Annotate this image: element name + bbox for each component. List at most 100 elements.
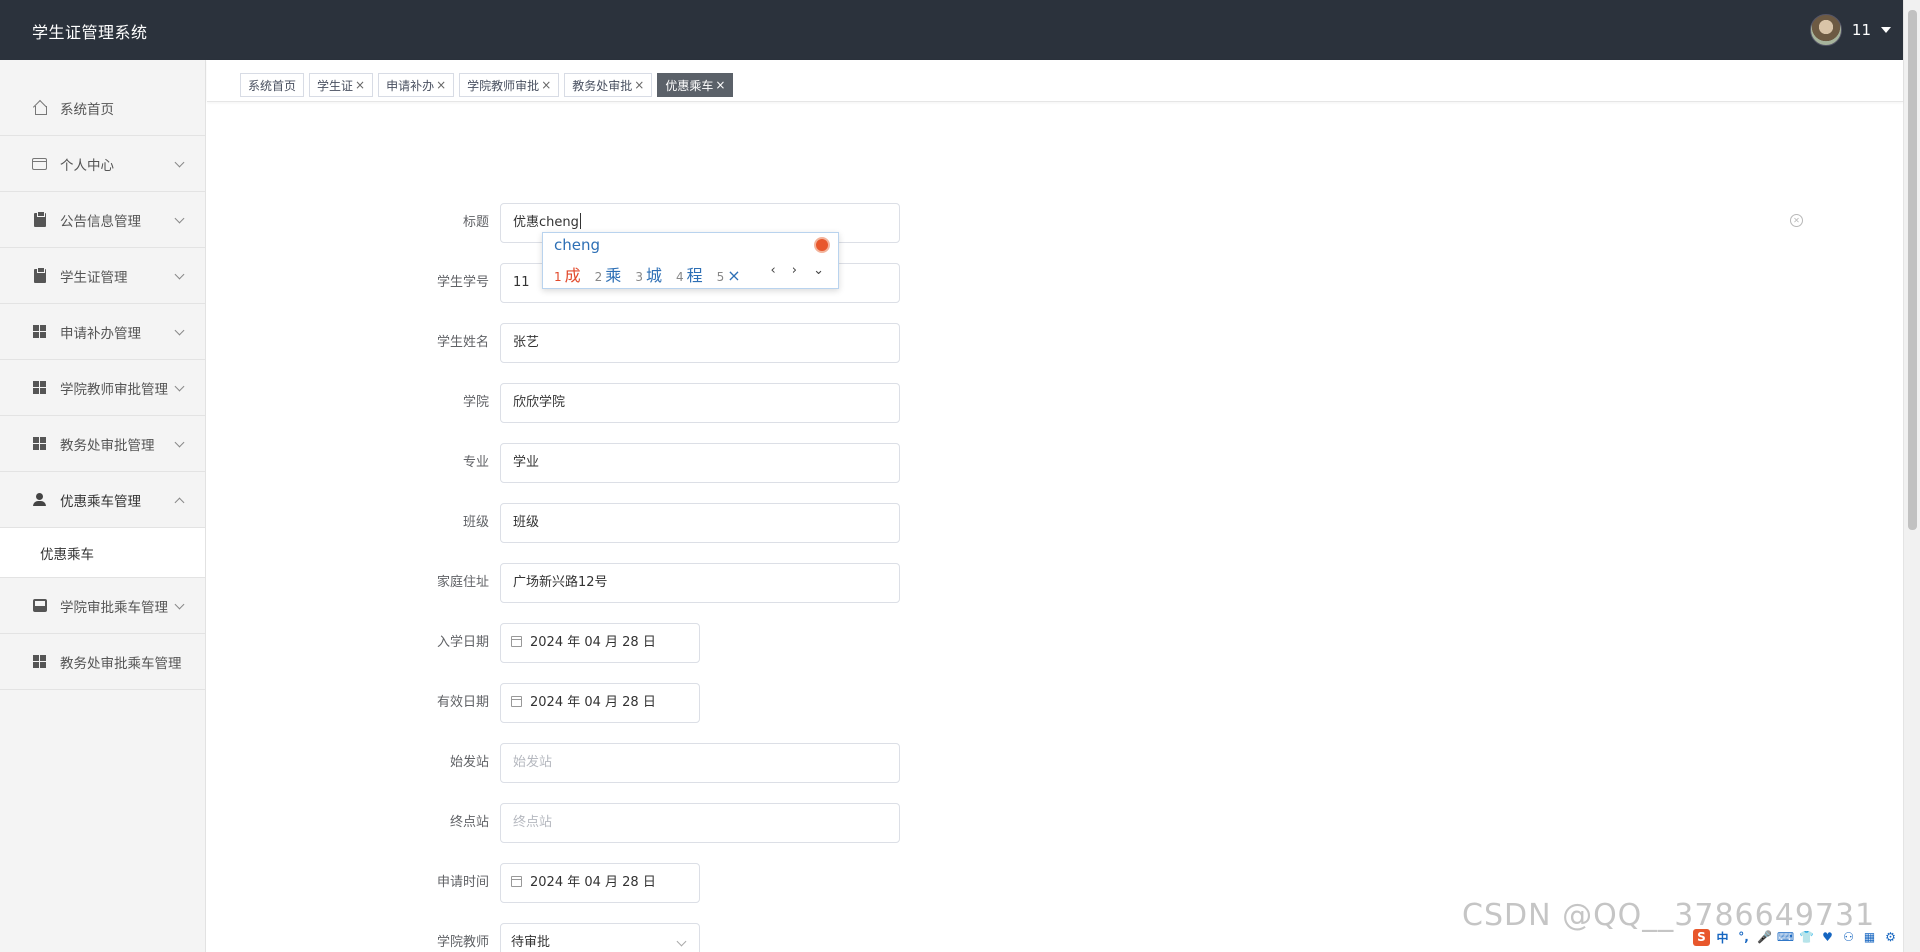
sidebar-item-label: 公告信息管理: [60, 213, 141, 230]
student-name-label: 学生姓名: [436, 335, 489, 350]
sidebar-item-label: 教务处审批乘车管理: [60, 655, 182, 672]
address-label: 家庭住址: [436, 575, 489, 590]
teacher-select[interactable]: 待审批: [500, 923, 700, 952]
chevron-up-icon: [174, 497, 185, 508]
apply-time-picker[interactable]: 2024 年 04 月 28 日: [500, 863, 700, 903]
chevron-down-icon: [174, 157, 185, 168]
discount-ride-form: 标题 优惠cheng 学生学号 11 学生姓名 张艺 学院 欣欣学院 专业 学业…: [207, 102, 1903, 952]
card-icon: [32, 156, 47, 171]
college-input[interactable]: 欣欣学院: [500, 383, 900, 423]
class-input[interactable]: 班级: [500, 503, 900, 543]
tab-academic-approval[interactable]: 教务处审批 ×: [564, 73, 653, 97]
sidebar-item-announcements[interactable]: 公告信息管理: [0, 192, 205, 248]
form-row-end-station: 终点站 终点站: [207, 803, 1207, 843]
ime-candidate[interactable]: 1成: [554, 262, 581, 286]
user-icon: [32, 492, 47, 507]
sidebar-item-label: 学院审批乘车管理: [60, 599, 168, 616]
close-icon[interactable]: ×: [715, 78, 725, 92]
chevron-down-icon: [174, 381, 185, 392]
apply-time-label: 申请时间: [436, 875, 489, 890]
tab-discount-ride[interactable]: 优惠乘车 ×: [657, 73, 734, 97]
toolbox-icon[interactable]: ▦: [1861, 929, 1878, 946]
ime-candidate[interactable]: 5 ×: [717, 266, 741, 285]
start-station-placeholder: 始发站: [513, 755, 553, 770]
sidebar-item-label: 优惠乘车管理: [60, 493, 141, 510]
close-circle-icon[interactable]: ✕: [1790, 214, 1803, 227]
tab-student-card[interactable]: 学生证 ×: [309, 73, 374, 97]
clipboard-icon: [32, 210, 47, 227]
user-menu[interactable]: 11: [1809, 14, 1891, 46]
settings-icon[interactable]: ⚙: [1882, 929, 1899, 946]
valid-date-picker[interactable]: 2024 年 04 月 28 日: [500, 683, 700, 723]
end-station-input[interactable]: 终点站: [500, 803, 900, 843]
sidebar-item-student-card[interactable]: 学生证管理: [0, 248, 205, 304]
sidebar-item-reissue[interactable]: 申请补办管理: [0, 304, 205, 360]
ime-page-nav[interactable]: ‹ › ⌄: [770, 263, 830, 278]
valid-date-value: 2024 年 04 月 28 日: [530, 695, 656, 710]
sogou-logo-icon[interactable]: S: [1693, 928, 1710, 946]
form-row-address: 家庭住址 广场新兴路12号: [207, 563, 1207, 603]
tab-reissue[interactable]: 申请补办 ×: [378, 73, 455, 97]
form-row-start-station: 始发站 始发站: [207, 743, 1207, 783]
chevron-down-icon: [676, 936, 687, 947]
close-icon[interactable]: ×: [541, 78, 551, 92]
chevron-down-icon: [174, 213, 185, 224]
caret-down-icon[interactable]: [1881, 27, 1891, 33]
tab-teacher-approval[interactable]: 学院教师审批 ×: [459, 73, 560, 97]
tab-label: 申请补办: [386, 78, 435, 93]
ime-candidate[interactable]: 2乘: [595, 262, 622, 286]
ime-candidate[interactable]: 4程: [676, 262, 703, 286]
ime-candidate[interactable]: 3城: [635, 262, 662, 286]
form-row-college: 学院 欣欣学院: [207, 383, 1207, 423]
punctuation-icon[interactable]: °,: [1735, 929, 1752, 946]
sidebar-item-discount-ride[interactable]: 优惠乘车管理: [0, 472, 205, 528]
chinese-mode-icon[interactable]: 中: [1714, 929, 1731, 946]
tab-label: 优惠乘车: [665, 78, 714, 93]
tab-label: 学院教师审批: [467, 78, 540, 93]
ime-toolbar: S 中 °, 🎤 ⌨ 👕 ♥ ⚇ ▦ ⚙: [1693, 926, 1899, 948]
text-cursor: [579, 213, 581, 229]
tab-label: 教务处审批: [572, 78, 633, 93]
ime-logo-icon: [814, 237, 830, 253]
skin-icon[interactable]: 👕: [1798, 929, 1815, 946]
sidebar-item-academic-ride-approval[interactable]: 教务处审批乘车管理: [0, 634, 205, 690]
student-no-label: 学生学号: [436, 275, 489, 290]
chevron-down-icon: [174, 599, 185, 610]
user-name[interactable]: 11: [1852, 21, 1871, 39]
ime-candidate-window: cheng 1成 2乘 3城 4程 5 × ‹ › ⌄: [542, 232, 839, 289]
calendar-icon: [511, 876, 522, 887]
microphone-icon[interactable]: 🎤: [1756, 929, 1773, 946]
enroll-date-picker[interactable]: 2024 年 04 月 28 日: [500, 623, 700, 663]
address-input[interactable]: 广场新兴路12号: [500, 563, 900, 603]
close-icon[interactable]: ×: [355, 78, 365, 92]
sidebar-item-label: 学生证管理: [60, 269, 128, 286]
emoji-icon[interactable]: ⚇: [1840, 929, 1857, 946]
favorite-icon[interactable]: ♥: [1819, 929, 1836, 946]
tab-label: 学生证: [317, 78, 354, 93]
sidebar-item-teacher-approval[interactable]: 学院教师审批管理: [0, 360, 205, 416]
sidebar-item-personal-center[interactable]: 个人中心: [0, 136, 205, 192]
sidebar-item-college-ride-approval[interactable]: 学院审批乘车管理: [0, 578, 205, 634]
submenu-item-discount-ride[interactable]: 优惠乘车: [0, 528, 205, 578]
start-station-input[interactable]: 始发站: [500, 743, 900, 783]
tab-bar: 系统首页 学生证 × 申请补办 × 学院教师审批 × 教务处审批 × 优惠乘车 …: [207, 60, 1903, 102]
sidebar-item-academic-approval[interactable]: 教务处审批管理: [0, 416, 205, 472]
close-icon[interactable]: ×: [634, 78, 644, 92]
sidebar-item-home[interactable]: 系统首页: [0, 60, 205, 136]
avatar[interactable]: [1809, 14, 1842, 46]
major-input[interactable]: 学业: [500, 443, 900, 483]
start-station-label: 始发站: [449, 755, 489, 770]
title-value: 优惠cheng: [513, 215, 579, 230]
vertical-scrollbar[interactable]: [1903, 0, 1920, 952]
top-header: 学生证管理系统 11: [0, 0, 1903, 60]
enroll-date-value: 2024 年 04 月 28 日: [530, 635, 656, 650]
sidebar-item-label: 系统首页: [60, 101, 114, 118]
tab-home[interactable]: 系统首页: [240, 73, 305, 97]
keyboard-icon[interactable]: ⌨: [1777, 929, 1794, 946]
student-name-input[interactable]: 张艺: [500, 323, 900, 363]
form-row-enroll-date: 入学日期 2024 年 04 月 28 日: [207, 623, 1207, 663]
close-icon[interactable]: ×: [436, 78, 446, 92]
app-title: 学生证管理系统: [32, 23, 148, 42]
scrollbar-thumb[interactable]: [1908, 10, 1917, 530]
form-row-apply-time: 申请时间 2024 年 04 月 28 日: [207, 863, 1207, 903]
